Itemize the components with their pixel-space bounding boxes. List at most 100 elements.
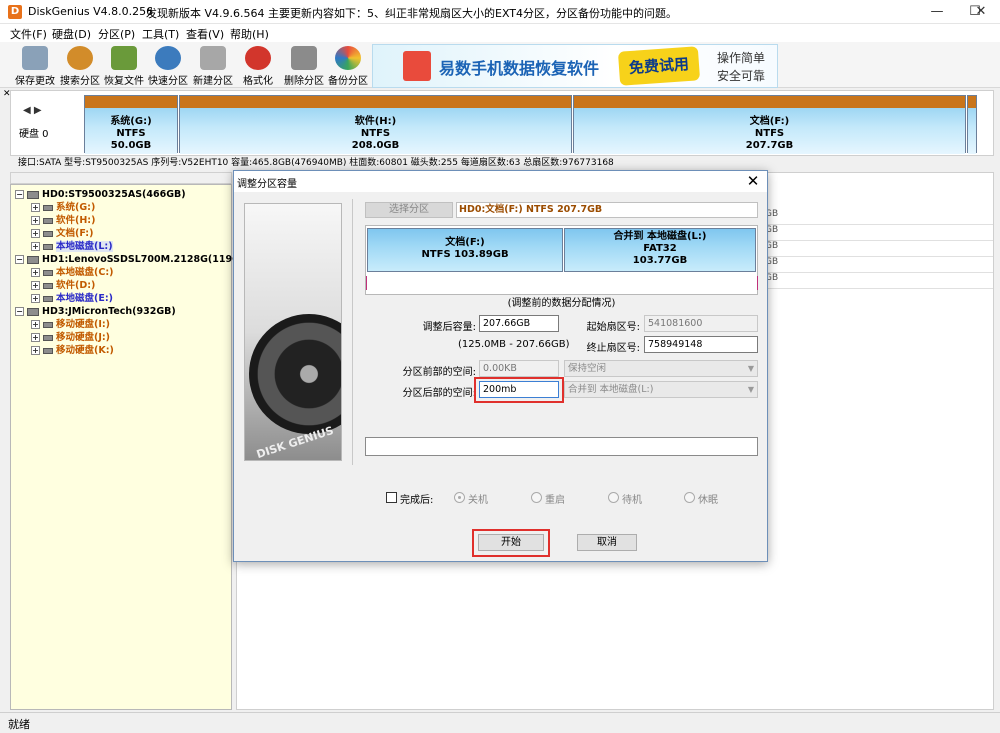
- before-space-label: 分区前部的空间:: [402, 367, 476, 378]
- expand-icon[interactable]: +: [31, 268, 40, 277]
- close-window-icon[interactable]: ✕: [962, 0, 1000, 24]
- platter-icon: [249, 314, 341, 434]
- hard-disk-icon: [27, 307, 39, 316]
- cancel-button[interactable]: 取消: [577, 534, 637, 551]
- after-done-label: 完成后:: [400, 495, 434, 506]
- menu-partition[interactable]: 分区(P): [98, 26, 135, 42]
- tree-pane-header: [10, 172, 232, 184]
- end-sector-input[interactable]: 758949148: [644, 336, 758, 353]
- menu-view[interactable]: 查看(V): [186, 26, 224, 42]
- tree-item[interactable]: + 移动硬盘(I:): [31, 318, 110, 331]
- preview-partition-right[interactable]: 合并到 本地磁盘(L:) FAT32 103.77GB: [564, 228, 756, 272]
- start-button[interactable]: 开始: [478, 534, 544, 551]
- expand-icon[interactable]: +: [31, 242, 40, 251]
- format-button[interactable]: 格式化: [235, 44, 281, 87]
- menu-file[interactable]: 文件(F): [10, 26, 47, 42]
- partition-icon: [43, 217, 53, 224]
- collapse-icon[interactable]: −: [15, 307, 24, 316]
- tree-item[interactable]: + 移动硬盘(J:): [31, 331, 110, 344]
- collapse-icon[interactable]: −: [15, 255, 24, 264]
- radio-shutdown[interactable]: [454, 492, 465, 503]
- table-row[interactable]: GB: [765, 209, 993, 225]
- diskgenius-window: D DiskGenius V4.8.0.256 发现新版本 V4.9.6.564…: [0, 0, 1000, 733]
- tree-item-selected[interactable]: + 本地磁盘(L:): [31, 240, 113, 253]
- disk-nav-arrows-icon[interactable]: ◀ ▶: [23, 105, 42, 116]
- after-space-input[interactable]: 200mb: [479, 381, 559, 398]
- hard-disk-icon: [27, 190, 39, 199]
- after-space-select[interactable]: 合并到 本地磁盘(L:) ▼: [564, 381, 758, 398]
- partition-icon: [43, 334, 53, 341]
- backup-icon: [335, 46, 361, 70]
- resize-handle-left[interactable]: [366, 276, 367, 290]
- search-partition-button[interactable]: 搜索分区: [57, 44, 103, 87]
- format-icon: [245, 46, 271, 70]
- partition-icon: [43, 230, 53, 237]
- radio-standby-label: 待机: [622, 495, 642, 506]
- radio-restart[interactable]: [531, 492, 542, 503]
- partition-fs: NTFS: [360, 128, 391, 139]
- tree-item[interactable]: + 移动硬盘(K:): [31, 344, 114, 357]
- selected-partition-field: HD0:文档(F:) NTFS 207.7GB: [456, 202, 758, 218]
- tree-item[interactable]: + 软件(D:): [31, 279, 95, 292]
- expand-icon[interactable]: +: [31, 216, 40, 225]
- title-bar: D DiskGenius V4.8.0.256 发现新版本 V4.9.6.564…: [0, 0, 1000, 24]
- table-row[interactable]: GB: [765, 273, 993, 289]
- table-row[interactable]: GB: [765, 257, 993, 273]
- tree-disk-hd1[interactable]: − HD1:LenovoSSDSL700M.2128G(119GB): [15, 253, 251, 266]
- tree-disk-hd3[interactable]: − HD3:JMicronTech(932GB): [15, 305, 176, 318]
- expand-icon[interactable]: +: [31, 229, 40, 238]
- radio-standby[interactable]: [608, 492, 619, 503]
- minimize-icon[interactable]: —: [918, 0, 956, 24]
- menu-tools[interactable]: 工具(T): [142, 26, 179, 42]
- disk-partition-h[interactable]: 软件(H:) NTFS 208.0GB: [179, 95, 572, 154]
- before-space-select[interactable]: 保持空闲 ▼: [564, 360, 758, 377]
- tree-disk-hd0[interactable]: − HD0:ST9500325AS(466GB): [15, 188, 186, 201]
- dialog-close-icon[interactable]: ✕: [740, 171, 766, 192]
- size-range-text: (125.0MB - 207.66GB): [458, 339, 570, 350]
- status-bar: 就绪: [0, 712, 1000, 733]
- status-text: 就绪: [8, 718, 30, 731]
- select-partition-button[interactable]: 选择分区: [365, 202, 453, 218]
- disk-map: ✕ ◀ ▶ 硬盘 0 系统(G:) NTFS 50.0GB 软件(H:) NTFS 20…: [3, 89, 994, 156]
- hard-disk-icon: [27, 255, 39, 264]
- expand-icon[interactable]: +: [31, 281, 40, 290]
- menu-help[interactable]: 帮助(H): [230, 26, 269, 42]
- expand-icon[interactable]: +: [31, 346, 40, 355]
- new-size-input[interactable]: 207.66GB: [479, 315, 559, 332]
- save-changes-button[interactable]: 保存更改: [12, 44, 58, 87]
- new-partition-button[interactable]: 新建分区: [190, 44, 236, 87]
- tree-item[interactable]: + 文档(F:): [31, 227, 93, 240]
- gift-icon: [403, 51, 431, 81]
- radio-hibernate[interactable]: [684, 492, 695, 503]
- disk-partition-g[interactable]: 系统(G:) NTFS 50.0GB: [84, 95, 178, 154]
- ad-text: 易数手机数据恢复软件: [439, 59, 600, 78]
- expand-icon[interactable]: +: [31, 294, 40, 303]
- disk-partition-f[interactable]: 文档(F:) NTFS 207.7GB: [573, 95, 966, 154]
- recover-files-button[interactable]: 恢复文件: [101, 44, 147, 87]
- tree-item[interactable]: + 软件(H:): [31, 214, 95, 227]
- collapse-icon[interactable]: −: [15, 190, 24, 199]
- expand-icon[interactable]: +: [31, 203, 40, 212]
- ad-banner[interactable]: 易数手机数据恢复软件 免费试用 操作简单 安全可靠: [372, 44, 778, 88]
- partition-icon: [43, 204, 53, 211]
- backup-partition-button[interactable]: 备份分区: [325, 44, 371, 87]
- resize-handle-right[interactable]: [757, 276, 758, 290]
- close-panel-icon[interactable]: ✕: [3, 89, 11, 99]
- expand-icon[interactable]: +: [31, 333, 40, 342]
- delete-partition-button[interactable]: 删除分区: [281, 44, 327, 87]
- expand-icon[interactable]: +: [31, 320, 40, 329]
- app-logo-icon: D: [8, 5, 22, 19]
- update-notice[interactable]: 发现新版本 V4.9.6.564 主要更新内容如下：5、纠正非常规扇区大小的EX…: [146, 5, 677, 21]
- quick-partition-button[interactable]: 快速分区: [145, 44, 191, 87]
- tree-item[interactable]: + 本地磁盘(E:): [31, 292, 113, 305]
- after-done-checkbox[interactable]: [386, 492, 397, 503]
- tree-item[interactable]: + 系统(G:): [31, 201, 95, 214]
- menu-disk[interactable]: 硬盘(D): [52, 26, 91, 42]
- partition-icon: [43, 347, 53, 354]
- preview-partition-left[interactable]: 文档(F:) NTFS 103.89GB: [367, 228, 563, 272]
- table-row[interactable]: GB: [765, 225, 993, 241]
- progress-bar: [365, 437, 758, 456]
- table-row[interactable]: GB: [765, 241, 993, 257]
- tree-item[interactable]: + 本地磁盘(C:): [31, 266, 113, 279]
- disk-partition-l[interactable]: [967, 95, 977, 154]
